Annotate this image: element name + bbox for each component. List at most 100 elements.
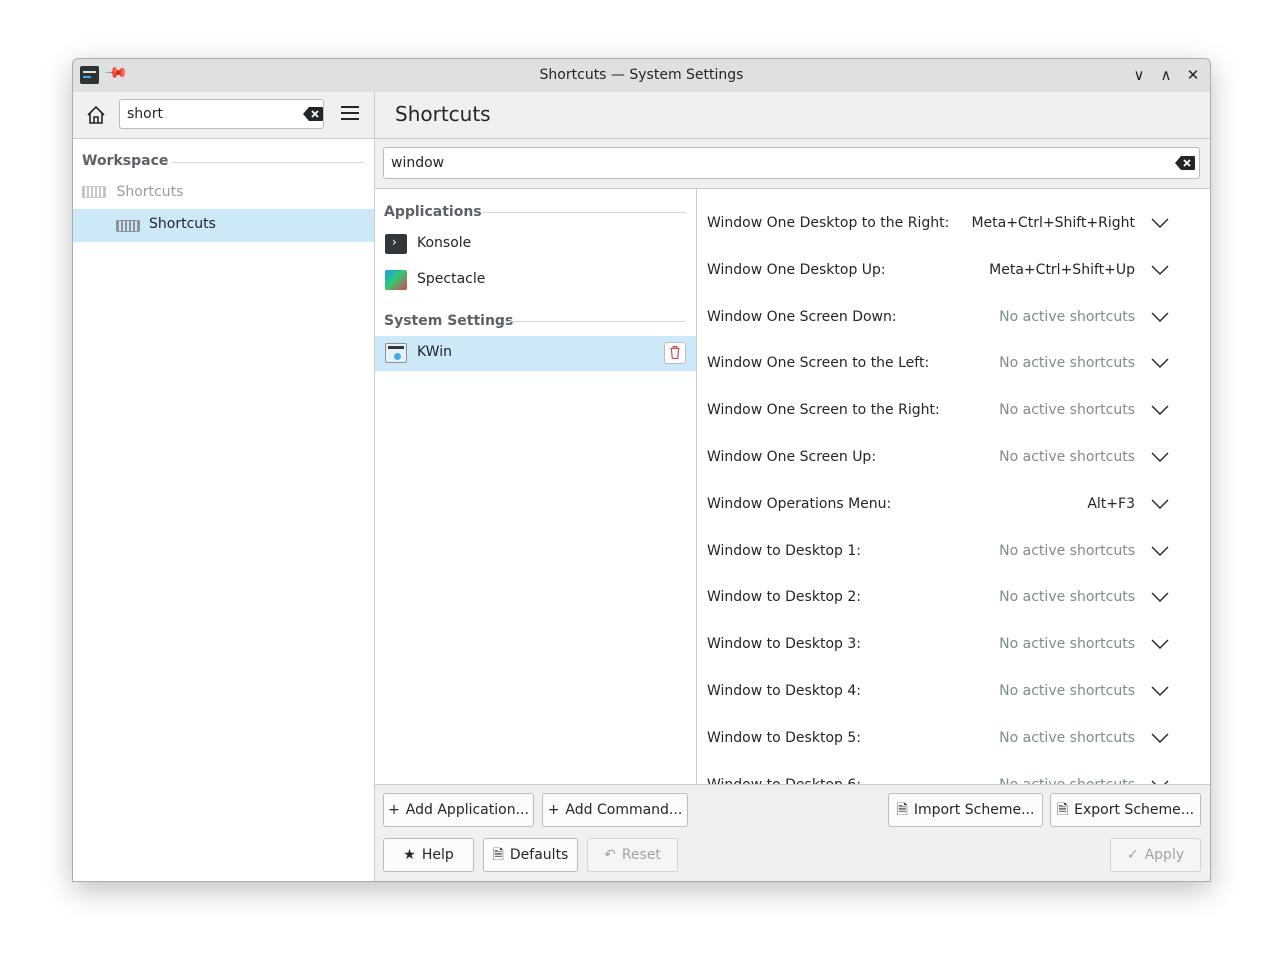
export-scheme-button[interactable]: 🗎 Export Scheme... bbox=[1050, 793, 1201, 827]
sidebar: short Workspace Shortcuts Shortcuts bbox=[73, 92, 375, 881]
button-label: Apply bbox=[1144, 847, 1185, 863]
clear-search-icon[interactable] bbox=[303, 107, 323, 121]
shortcut-value: No active shortcuts bbox=[999, 729, 1135, 746]
button-label: Export Scheme... bbox=[1074, 802, 1195, 818]
help-icon: ★ bbox=[403, 847, 416, 863]
shortcut-value: No active shortcuts bbox=[999, 308, 1135, 325]
close-button[interactable]: ✕ bbox=[1183, 65, 1203, 85]
maximize-button[interactable]: ∧ bbox=[1156, 65, 1176, 85]
shortcut-row[interactable]: Window One Desktop Up: Meta+Ctrl+Shift+Up bbox=[697, 248, 1187, 295]
chevron-down-icon[interactable] bbox=[1151, 686, 1169, 696]
shortcut-value: No active shortcuts bbox=[999, 683, 1135, 699]
button-label: Add Application... bbox=[405, 802, 529, 818]
window-title: Shortcuts — System Settings bbox=[539, 67, 744, 83]
shortcut-name: Window One Screen Up: bbox=[707, 449, 877, 465]
konsole-icon: › bbox=[385, 234, 407, 254]
sidebar-search-input[interactable]: short bbox=[119, 99, 324, 129]
checkmark-icon: ✓ bbox=[1126, 847, 1139, 863]
shortcut-value: Alt+F3 bbox=[1087, 495, 1135, 512]
home-icon[interactable] bbox=[85, 104, 107, 126]
button-label: Help bbox=[421, 847, 454, 863]
keyboard-icon bbox=[116, 220, 140, 232]
component-list: Applications › Konsole Spectacle System … bbox=[375, 189, 697, 784]
shortcut-value: No active shortcuts bbox=[999, 402, 1135, 419]
shortcut-row[interactable]: Window to Desktop 4: No active shortcuts bbox=[697, 669, 1187, 716]
shortcut-name: Window to Desktop 5: bbox=[707, 729, 861, 746]
chevron-down-icon[interactable] bbox=[1151, 639, 1169, 650]
keyboard-icon bbox=[82, 186, 106, 198]
category-label: Shortcuts bbox=[116, 184, 184, 200]
chevron-down-icon[interactable] bbox=[1151, 546, 1169, 556]
page-title: Shortcuts bbox=[395, 102, 491, 126]
content-area: Applications › Konsole Spectacle System … bbox=[375, 188, 1210, 785]
chevron-down-icon[interactable] bbox=[1151, 405, 1169, 416]
list-item-label: Spectacle bbox=[417, 271, 486, 287]
section-divider bbox=[483, 212, 686, 213]
button-label: Import Scheme... bbox=[913, 802, 1035, 818]
plus-icon: + bbox=[388, 802, 400, 818]
shortcut-filter-input[interactable]: window bbox=[383, 147, 1200, 179]
workspace-section-header: Workspace bbox=[82, 153, 169, 169]
list-item-konsole[interactable]: › Konsole bbox=[375, 227, 696, 262]
list-item-label: KWin bbox=[417, 344, 452, 360]
help-button[interactable]: ★ Help bbox=[383, 838, 474, 872]
shortcut-row[interactable]: Window One Screen Up: No active shortcuts bbox=[697, 435, 1187, 482]
shortcut-value: No active shortcuts bbox=[999, 542, 1135, 559]
chevron-down-icon[interactable] bbox=[1151, 312, 1169, 322]
chevron-down-icon[interactable] bbox=[1151, 780, 1169, 784]
chevron-down-icon[interactable] bbox=[1151, 452, 1169, 462]
chevron-down-icon[interactable] bbox=[1151, 733, 1169, 743]
hamburger-menu-icon[interactable] bbox=[341, 106, 359, 122]
add-application-button[interactable]: + Add Application... bbox=[383, 793, 534, 827]
shortcut-row[interactable]: Window to Desktop 3: No active shortcuts bbox=[697, 622, 1187, 669]
shortcut-name: Window One Desktop to the Right: bbox=[707, 215, 950, 231]
shortcut-name: Window to Desktop 3: bbox=[707, 636, 861, 653]
shortcut-name: Window Operations Menu: bbox=[707, 495, 892, 512]
shortcut-value: No active shortcuts bbox=[999, 355, 1135, 372]
shortcut-row[interactable]: Window Operations Menu: Alt+F3 bbox=[697, 482, 1187, 529]
shortcut-value: Meta+Ctrl+Shift+Up bbox=[989, 261, 1135, 278]
chevron-down-icon[interactable] bbox=[1151, 218, 1169, 228]
sidebar-item-shortcuts[interactable]: Shortcuts bbox=[73, 209, 374, 242]
title-bar[interactable]: 📌 Shortcuts — System Settings ∨ ∧ ✕ bbox=[73, 59, 1210, 93]
add-command-button[interactable]: + Add Command... bbox=[542, 793, 688, 827]
clear-filter-icon[interactable] bbox=[1175, 156, 1195, 170]
section-divider bbox=[508, 321, 686, 322]
shortcut-row[interactable]: Window to Desktop 2: No active shortcuts bbox=[697, 575, 1187, 622]
shortcut-row[interactable]: Window One Screen to the Right: No active… bbox=[697, 388, 1187, 435]
document-icon: 🗎 bbox=[492, 847, 504, 863]
shortcut-name: Window to Desktop 2: bbox=[707, 589, 861, 606]
sidebar-category-shortcuts[interactable]: Shortcuts bbox=[82, 184, 183, 200]
shortcut-row[interactable]: Window to Desktop 6: No active shortcuts bbox=[697, 763, 1187, 784]
applications-group-header: Applications bbox=[384, 204, 482, 220]
trash-icon bbox=[670, 346, 680, 360]
shortcut-row[interactable]: Window to Desktop 5: No active shortcuts bbox=[697, 716, 1187, 763]
system-settings-group-header: System Settings bbox=[384, 313, 514, 329]
shortcut-name: Window One Desktop Up: bbox=[707, 261, 886, 278]
shortcut-row[interactable]: Window One Desktop to the Right: Meta+Ctr… bbox=[697, 201, 1187, 248]
shortcut-value: No active shortcuts bbox=[999, 636, 1135, 653]
import-scheme-button[interactable]: 🗎 Import Scheme... bbox=[888, 793, 1043, 827]
apply-button[interactable]: ✓ Apply bbox=[1110, 838, 1201, 872]
shortcut-list: Window to Desktop 6:No active shortcutsW… bbox=[697, 189, 1187, 784]
shortcut-name: Window to Desktop 4: bbox=[707, 683, 861, 699]
sidebar-item-label: Shortcuts bbox=[149, 216, 216, 232]
shortcut-row[interactable]: Window to Desktop 1: No active shortcuts bbox=[697, 529, 1187, 576]
button-label: Defaults bbox=[509, 847, 569, 863]
chevron-down-icon[interactable] bbox=[1151, 592, 1169, 603]
minimize-button[interactable]: ∨ bbox=[1129, 65, 1149, 85]
document-import-icon: 🗎 bbox=[896, 802, 908, 818]
list-item-kwin[interactable]: KWin bbox=[375, 336, 696, 371]
shortcut-row[interactable]: Window One Screen Down: No active shortcu… bbox=[697, 295, 1187, 342]
defaults-button[interactable]: 🗎 Defaults bbox=[483, 838, 578, 872]
shortcut-row[interactable]: Window One Screen to the Left: No active … bbox=[697, 341, 1187, 388]
document-export-icon: 🗎 bbox=[1056, 802, 1069, 818]
remove-component-button[interactable] bbox=[664, 342, 686, 364]
system-settings-window: 📌 Shortcuts — System Settings ∨ ∧ ✕ shor… bbox=[72, 58, 1211, 882]
reset-button[interactable]: ↶ Reset bbox=[587, 838, 678, 872]
shortcut-name: Window One Screen Down: bbox=[707, 308, 897, 325]
chevron-down-icon[interactable] bbox=[1151, 499, 1169, 509]
list-item-spectacle[interactable]: Spectacle bbox=[375, 263, 696, 298]
chevron-down-icon[interactable] bbox=[1151, 358, 1169, 369]
chevron-down-icon[interactable] bbox=[1151, 265, 1169, 275]
